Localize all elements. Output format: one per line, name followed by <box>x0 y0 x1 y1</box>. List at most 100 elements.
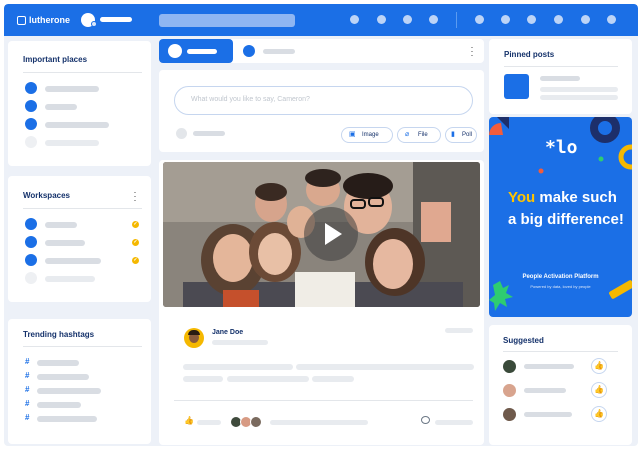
like-count <box>197 420 221 425</box>
hashtag-label[interactable] <box>37 416 97 422</box>
nav-icon-8[interactable] <box>554 15 563 24</box>
comment-count <box>435 420 473 425</box>
image-button[interactable]: ▣ Image <box>341 127 393 143</box>
composer-input[interactable]: What would you like to say, Cameron? <box>174 86 473 115</box>
suggested-user-name[interactable] <box>524 364 574 369</box>
composer-placeholder: What would you like to say, Cameron? <box>191 96 310 103</box>
divider <box>23 72 142 73</box>
post-video[interactable] <box>163 162 480 307</box>
tab-label <box>187 49 217 54</box>
post-meta <box>212 340 268 345</box>
hashtag-label[interactable] <box>37 360 79 366</box>
file-button-label: File <box>418 132 428 138</box>
hashtag-label[interactable] <box>37 402 81 408</box>
privacy-label[interactable] <box>193 131 225 136</box>
more-vertical-icon[interactable]: · · · <box>132 188 138 205</box>
reactor-avatar <box>250 416 262 428</box>
nav-icon-7[interactable] <box>527 15 536 24</box>
trending-hashtags-card: Trending hashtags # # # # # <box>8 319 151 444</box>
suggested-user-avatar[interactable] <box>503 408 516 421</box>
logo-icon <box>17 15 26 25</box>
nav-icon-3[interactable] <box>403 15 412 24</box>
global-search-input[interactable] <box>159 14 295 27</box>
nav-icon-9[interactable] <box>581 15 590 24</box>
divider <box>504 66 618 67</box>
hashtag-symbol: # <box>25 371 30 380</box>
place-label[interactable] <box>45 122 109 128</box>
tab-active[interactable] <box>159 39 233 63</box>
workspace-label[interactable] <box>45 276 95 282</box>
workspace-icon[interactable] <box>25 254 37 266</box>
place-icon[interactable] <box>25 100 37 112</box>
feed-post-card: Jane Doe 👍 <box>159 160 484 445</box>
hashtag-symbol: # <box>25 357 30 366</box>
suggested-user-name[interactable] <box>524 412 572 417</box>
play-button[interactable] <box>304 207 358 261</box>
card-title: Pinned posts <box>504 50 555 59</box>
place-icon[interactable] <box>25 118 37 130</box>
workspace-label[interactable] <box>45 258 101 264</box>
thumbs-up-icon[interactable]: 👍 <box>184 416 194 425</box>
nav-icon-5[interactable] <box>475 15 484 24</box>
like-button[interactable]: 👍 <box>591 382 607 398</box>
workspace-icon[interactable] <box>25 236 37 248</box>
suggested-user-name[interactable] <box>524 388 566 393</box>
like-button[interactable]: 👍 <box>591 406 607 422</box>
comment-icon[interactable] <box>421 416 430 424</box>
post-text-line <box>296 364 474 370</box>
important-places-card: Important places <box>8 41 151 166</box>
workspace-icon[interactable] <box>25 272 37 284</box>
play-icon <box>325 223 342 245</box>
promo-logo: *lo <box>545 137 578 158</box>
nav-icon-10[interactable] <box>607 15 616 24</box>
place-icon[interactable] <box>25 82 37 94</box>
nav-icon-6[interactable] <box>501 15 510 24</box>
place-label[interactable] <box>45 104 77 110</box>
feed-tabs-bar: · · · <box>159 39 484 63</box>
hashtag-label[interactable] <box>37 388 101 394</box>
place-label[interactable] <box>45 140 99 146</box>
tab-icon[interactable] <box>243 45 255 57</box>
more-vertical-icon[interactable]: · · · <box>469 43 475 60</box>
suggested-user-avatar[interactable] <box>503 360 516 373</box>
promo-subtitle: People Activation Platform <box>522 274 599 280</box>
workspace-label[interactable] <box>45 222 77 228</box>
workspace-icon[interactable] <box>25 218 37 230</box>
poll-button-label: Poll <box>462 132 473 138</box>
author-avatar[interactable] <box>184 328 204 348</box>
tab-label[interactable] <box>263 49 295 54</box>
file-button[interactable]: ⌀ File <box>397 127 441 143</box>
like-button[interactable]: 👍 <box>591 358 607 374</box>
card-title: Workspaces <box>23 191 70 200</box>
pinned-post-text <box>540 87 618 92</box>
place-label[interactable] <box>45 86 99 92</box>
hashtag-label[interactable] <box>37 374 89 380</box>
reactors-text <box>270 420 368 425</box>
paperclip-icon: ⌀ <box>405 131 410 138</box>
promo-headline-highlight: You <box>508 189 536 206</box>
post-composer: What would you like to say, Cameron? ▣ I… <box>159 70 484 152</box>
post-text-line <box>183 364 293 370</box>
nav-icon-1[interactable] <box>350 15 359 24</box>
workspaces-card: Workspaces · · · ✓ ✓ ✓ <box>8 176 151 302</box>
app-logo[interactable]: lutherone <box>17 13 70 27</box>
user-name-placeholder <box>100 17 132 22</box>
pinned-post-thumbnail[interactable] <box>504 74 529 99</box>
workspace-label[interactable] <box>45 240 85 246</box>
post-text-line <box>183 376 223 382</box>
hashtag-symbol: # <box>25 399 30 408</box>
nav-icon-2[interactable] <box>377 15 386 24</box>
divider <box>503 351 618 352</box>
image-icon: ▣ <box>349 131 356 138</box>
place-icon[interactable] <box>25 136 37 148</box>
promo-banner[interactable]: *lo You make such a big difference! Peop… <box>489 117 632 317</box>
privacy-icon[interactable] <box>176 128 187 139</box>
hashtag-symbol: # <box>25 385 30 394</box>
nav-icon-4[interactable] <box>429 15 438 24</box>
pinned-post-title[interactable] <box>540 76 580 81</box>
poll-button[interactable]: ▮ Poll <box>445 127 477 143</box>
post-author-name[interactable]: Jane Doe <box>212 329 243 336</box>
card-title: Suggested <box>503 336 544 345</box>
card-title: Trending hashtags <box>23 330 95 339</box>
suggested-user-avatar[interactable] <box>503 384 516 397</box>
